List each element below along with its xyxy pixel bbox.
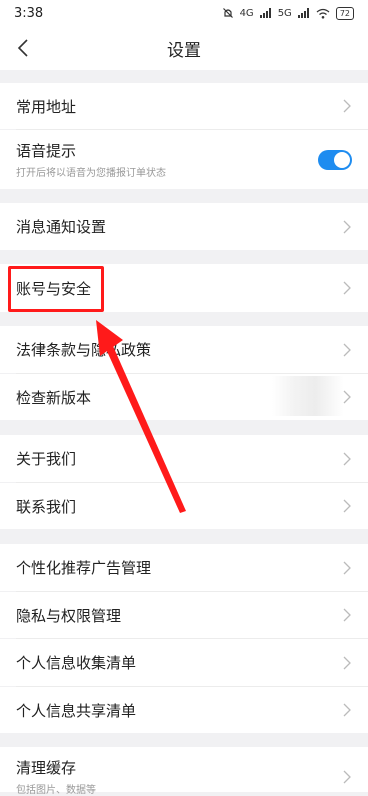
row-label: 联系我们 bbox=[16, 497, 77, 516]
row-label: 检查新版本 bbox=[16, 388, 92, 407]
signal-icon bbox=[259, 8, 271, 18]
chevron-right-icon bbox=[343, 499, 351, 513]
setting-row-info-collection-list[interactable]: 个人信息收集清单 bbox=[0, 639, 368, 686]
row-subtitle: 打开后将以语音为您播报订单状态 bbox=[16, 168, 166, 179]
wifi-icon bbox=[316, 8, 330, 19]
redacted-version-area bbox=[272, 376, 344, 416]
chevron-right-icon bbox=[343, 281, 351, 295]
chevron-right-icon bbox=[343, 608, 351, 622]
back-arrow-icon[interactable] bbox=[10, 34, 38, 62]
toggle-knob bbox=[334, 151, 350, 168]
row-label: 常用地址 bbox=[16, 97, 77, 116]
row-label: 语音提示 bbox=[16, 142, 77, 160]
setting-row-personalized-ads[interactable]: 个性化推荐广告管理 bbox=[0, 544, 368, 591]
setting-row-info-sharing-list[interactable]: 个人信息共享清单 bbox=[0, 687, 368, 733]
signal-icon bbox=[297, 8, 309, 18]
setting-row-clear-cache[interactable]: 清理缓存 包括图片、数据等 bbox=[0, 747, 368, 796]
mute-bell-icon bbox=[222, 8, 233, 18]
row-text-group: 清理缓存 包括图片、数据等 bbox=[16, 757, 96, 796]
battery-icon: 72 bbox=[335, 6, 354, 20]
row-label: 清理缓存 bbox=[16, 759, 77, 777]
nav-bar: 设置 bbox=[0, 26, 368, 70]
setting-row-voice-prompt: 语音提示 打开后将以语音为您播报订单状态 bbox=[0, 130, 368, 189]
chevron-right-icon bbox=[343, 220, 351, 233]
annotation-highlight-box bbox=[8, 266, 104, 312]
setting-row-about-us[interactable]: 关于我们 bbox=[0, 435, 368, 482]
network-5g-label: 5G bbox=[277, 7, 292, 19]
row-label: 法律条款与隐私政策 bbox=[16, 341, 152, 359]
chevron-right-icon bbox=[343, 99, 351, 113]
chevron-right-icon bbox=[343, 656, 351, 669]
chevron-right-icon bbox=[343, 703, 351, 717]
row-subtitle: 包括图片、数据等 bbox=[16, 785, 96, 796]
setting-row-notifications[interactable]: 消息通知设置 bbox=[0, 203, 368, 250]
chevron-right-icon bbox=[343, 770, 351, 784]
row-label: 隐私与权限管理 bbox=[16, 606, 122, 625]
row-label: 关于我们 bbox=[16, 450, 77, 468]
chevron-right-icon bbox=[343, 343, 351, 356]
page-title: 设置 bbox=[167, 40, 201, 61]
network-4g-label: 4G bbox=[239, 7, 254, 19]
chevron-right-icon bbox=[343, 452, 351, 465]
row-label: 个人信息共享清单 bbox=[16, 701, 137, 720]
row-label: 个性化推荐广告管理 bbox=[16, 559, 152, 577]
row-label: 个人信息收集清单 bbox=[16, 654, 137, 672]
setting-row-privacy-permissions[interactable]: 隐私与权限管理 bbox=[0, 592, 368, 638]
setting-row-common-address[interactable]: 常用地址 bbox=[0, 83, 368, 129]
status-bar: 3:38 4G 5G 72 bbox=[0, 0, 368, 26]
voice-prompt-toggle[interactable] bbox=[318, 149, 352, 170]
status-time: 3:38 bbox=[14, 5, 44, 21]
setting-row-contact-us[interactable]: 联系我们 bbox=[0, 483, 368, 529]
status-icons: 4G 5G 72 bbox=[222, 6, 354, 20]
setting-row-legal-privacy[interactable]: 法律条款与隐私政策 bbox=[0, 326, 368, 373]
row-text-group: 语音提示 打开后将以语音为您播报订单状态 bbox=[16, 140, 166, 179]
chevron-right-icon bbox=[343, 561, 351, 574]
row-label: 消息通知设置 bbox=[16, 218, 107, 236]
